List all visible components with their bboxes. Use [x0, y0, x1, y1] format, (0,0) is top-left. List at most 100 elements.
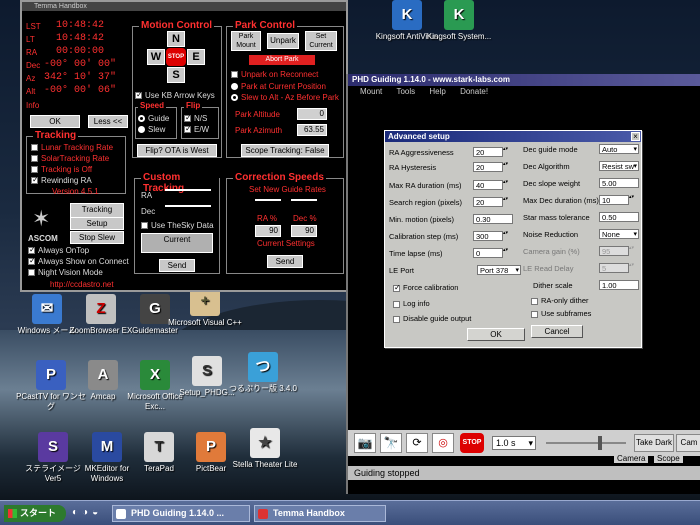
advanced-cancel-button[interactable]: Cancel — [531, 325, 583, 338]
calibration-step-input[interactable]: 300 — [473, 231, 511, 241]
log-info-row[interactable]: Log info — [393, 299, 430, 308]
scope-tab[interactable]: Scope — [654, 454, 683, 463]
temma-handbox-window[interactable]: Temma Handbox LST 10:48:42 LT 10:48:42 R… — [20, 0, 348, 292]
dec-slope-weight-input[interactable]: 5.00 — [599, 178, 639, 188]
ra-pct-input[interactable]: 90 — [255, 225, 281, 237]
guide-radio[interactable] — [138, 115, 145, 123]
new-ra-rate-input[interactable] — [255, 199, 281, 201]
log-info-checkbox[interactable] — [393, 300, 400, 308]
scope-tracking-button[interactable]: Scope Tracking: False — [241, 144, 329, 157]
camera-gain-input[interactable]: 95 — [599, 246, 637, 256]
always-top-row[interactable]: Always OnTop — [28, 245, 89, 255]
ns-row[interactable]: N/S — [184, 113, 207, 123]
task-temma-handbox[interactable]: Temma Handbox — [254, 505, 386, 522]
telescope-icon[interactable]: 🔭 — [380, 433, 402, 453]
desktop-icon-stella-theater[interactable]: ★ Stella Theater Lite — [228, 428, 302, 470]
desktop-icon-kingsoft-system[interactable]: K Kingsoft System... — [422, 0, 496, 42]
ccdastro-link[interactable]: http://ccdastro.net — [50, 280, 114, 289]
ok-button[interactable]: OK — [30, 115, 80, 128]
use-kb-row[interactable]: Use KB Arrow Keys — [135, 90, 215, 100]
camera-icon[interactable]: 📷 — [354, 433, 376, 453]
take-dark-button[interactable]: Take Dark — [634, 434, 674, 452]
le-read-delay-input[interactable]: 5 — [599, 263, 637, 273]
setup-button[interactable]: Setup — [70, 217, 124, 230]
disable-guide-checkbox[interactable] — [393, 315, 400, 323]
slew-radio[interactable] — [138, 126, 145, 134]
menu-donate[interactable]: Donate! — [460, 87, 488, 96]
dither-scale-input[interactable]: 1.00 — [599, 280, 639, 290]
lunar-row[interactable]: Lunar Tracking Rate — [31, 143, 113, 152]
ns-checkbox[interactable] — [184, 113, 192, 123]
always-top-checkbox[interactable] — [28, 245, 36, 255]
tracking-off-checkbox[interactable] — [31, 166, 38, 174]
unpark-reconnect-checkbox[interactable] — [231, 71, 238, 79]
use-thesky-row[interactable]: Use TheSky Data — [141, 221, 214, 230]
phd-stop-button[interactable]: STOP — [460, 433, 484, 453]
quick-launch-icons[interactable]: ◐◑◒ — [72, 507, 108, 521]
task-phd-guiding[interactable]: PHD Guiding 1.14.0 ... — [112, 505, 250, 522]
force-calibration-checkbox[interactable] — [393, 283, 401, 292]
dec-pct-input[interactable]: 90 — [291, 225, 317, 237]
disable-guide-row[interactable]: Disable guide output — [393, 314, 471, 323]
menu-mount[interactable]: Mount — [360, 87, 382, 96]
stop-slew-button[interactable]: Stop Slew — [70, 231, 124, 244]
set-current-button[interactable]: Set Current — [305, 31, 337, 51]
use-kb-checkbox[interactable] — [135, 90, 143, 100]
lunar-checkbox[interactable] — [31, 144, 38, 152]
slew-alt-row[interactable]: Slew to Alt - Az Before Park — [231, 93, 339, 102]
max-dec-duration-input[interactable]: 10 — [599, 195, 637, 205]
less-button[interactable]: Less << — [88, 115, 128, 128]
close-icon[interactable]: × — [631, 132, 640, 141]
custom-send-button[interactable]: Send — [159, 259, 195, 272]
min-motion-input[interactable]: 0.30 — [473, 214, 513, 224]
ra-hysteresis-input[interactable]: 20 — [473, 162, 511, 172]
menu-help[interactable]: Help — [429, 87, 445, 96]
always-show-checkbox[interactable] — [28, 256, 36, 266]
ew-checkbox[interactable] — [184, 124, 192, 134]
unpark-reconnect-row[interactable]: Unpark on Reconnect — [231, 70, 318, 79]
slew-row[interactable]: Slew — [138, 125, 165, 134]
advanced-ok-button[interactable]: OK — [467, 328, 525, 341]
west-button[interactable]: W — [147, 49, 165, 65]
flip-ota-button[interactable]: Flip? OTA is West — [137, 144, 217, 157]
use-thesky-checkbox[interactable] — [141, 222, 148, 230]
park-mount-button[interactable]: Park Mount — [231, 31, 261, 51]
rewinding-row[interactable]: Rewinding RA — [31, 175, 92, 185]
guide-icon[interactable]: ◎ — [432, 433, 454, 453]
le-port-select[interactable]: Port 378 — [477, 265, 521, 275]
custom-dec-input[interactable] — [165, 205, 211, 207]
correction-send-button[interactable]: Send — [267, 255, 303, 268]
night-vision-row[interactable]: Night Vision Mode — [28, 268, 103, 277]
force-calibration-row[interactable]: Force calibration — [393, 283, 458, 292]
park-azimuth-input[interactable]: 63.55 — [297, 124, 327, 136]
rewinding-checkbox[interactable] — [31, 175, 39, 185]
abort-park-button[interactable]: Abort Park — [249, 55, 315, 65]
gamma-slider-thumb[interactable] — [598, 436, 602, 450]
ra-only-dither-checkbox[interactable] — [531, 297, 538, 305]
desktop-icon-visual-cpp[interactable]: + Microsoft Visual C++ — [168, 286, 242, 328]
exposure-select[interactable]: 1.0 s ▾ — [492, 436, 536, 450]
custom-ra-input[interactable] — [165, 189, 211, 191]
noise-reduction-select[interactable]: None — [599, 229, 639, 239]
park-current-row[interactable]: Park at Current Position — [231, 82, 326, 91]
ra-only-dither-row[interactable]: RA-only dither — [531, 296, 589, 305]
stop-button[interactable]: STOP — [166, 48, 186, 66]
dec-guide-mode-select[interactable]: Auto — [599, 144, 639, 154]
max-ra-duration-input[interactable]: 40 — [473, 180, 511, 190]
ew-row[interactable]: E/W — [184, 124, 209, 134]
east-button[interactable]: E — [187, 49, 205, 65]
north-button[interactable]: N — [167, 31, 185, 47]
time-lapse-input[interactable]: 0 — [473, 248, 511, 258]
camera-tab[interactable]: Camera — [614, 454, 649, 463]
cam-dialog-button[interactable]: Cam Di — [676, 434, 700, 452]
night-vision-checkbox[interactable] — [28, 269, 35, 277]
unpark-button[interactable]: Unpark — [267, 33, 299, 49]
south-button[interactable]: S — [167, 67, 185, 83]
ra-aggressiveness-input[interactable]: 20 — [473, 147, 511, 157]
gamma-slider-track[interactable] — [546, 442, 626, 444]
always-show-row[interactable]: Always Show on Connect — [28, 256, 129, 266]
solar-checkbox[interactable] — [31, 155, 38, 163]
loop-icon[interactable]: ⟳ — [406, 433, 428, 453]
tracking-off-row[interactable]: Tracking is Off — [31, 165, 92, 174]
park-current-radio[interactable] — [231, 83, 238, 91]
